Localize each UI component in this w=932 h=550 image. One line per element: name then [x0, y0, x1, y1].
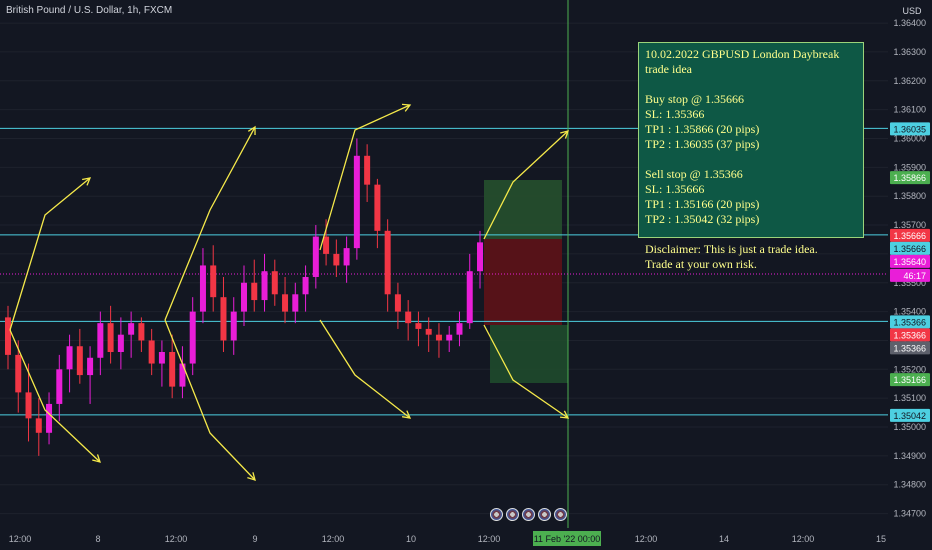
price-badge-label: 1.35366 — [893, 330, 926, 340]
time-tick-label: 14 — [719, 534, 729, 544]
price-tick-label: 1.34800 — [893, 480, 926, 490]
candle-body — [35, 418, 42, 433]
price-axis: USD1.364001.363001.362001.361001.360001.… — [888, 0, 932, 550]
price-tick-label: 1.35900 — [893, 162, 926, 172]
price-tick-label: 1.36300 — [893, 47, 926, 57]
candle-body — [394, 294, 401, 312]
candle-body — [210, 265, 217, 298]
candle-body — [271, 271, 278, 295]
candle-body — [302, 276, 309, 295]
candle-body — [446, 334, 453, 341]
candle-body — [158, 352, 165, 364]
candle-body — [466, 271, 473, 324]
price-tick-label: 1.36100 — [893, 105, 926, 115]
price-badge-label: 1.35166 — [893, 375, 926, 385]
flag-us-icon[interactable] — [522, 508, 535, 521]
price-tick-label: 1.35200 — [893, 364, 926, 374]
candle-body — [179, 363, 186, 387]
price-badge-label: 1.36035 — [893, 124, 926, 134]
candle-body — [415, 323, 422, 329]
price-tick-label: 1.35800 — [893, 191, 926, 201]
candle-body — [343, 248, 350, 266]
time-tick-label: 12:00 — [635, 534, 658, 544]
stop-zone — [484, 239, 562, 325]
candle-body — [384, 230, 391, 295]
time-tick-label: 12:00 — [322, 534, 345, 544]
candle-body — [148, 340, 155, 364]
time-tick-label: 9 — [252, 534, 257, 544]
price-badge-label: 1.35666 — [893, 244, 926, 254]
currency-label: USD — [902, 6, 922, 16]
price-badge-label: 1.35366 — [893, 343, 926, 353]
price-badge-label: 1.35366 — [893, 317, 926, 327]
price-badge-label: 46:17 — [903, 271, 926, 281]
candle-body — [282, 294, 289, 312]
time-tick-label: 12:00 — [165, 534, 188, 544]
flag-uk-icon[interactable] — [490, 508, 503, 521]
candle-body — [312, 236, 319, 277]
price-tick-label: 1.35000 — [893, 422, 926, 432]
price-tick-label: 1.35100 — [893, 393, 926, 403]
candle-body — [435, 334, 442, 341]
candle-body — [189, 311, 196, 364]
candle-body — [405, 311, 412, 324]
trade-idea-note[interactable]: 10.02.2022 GBPUSD London Daybreak trade … — [638, 42, 864, 271]
time-tick-label: 15 — [876, 534, 886, 544]
price-tick-label: 1.36200 — [893, 76, 926, 86]
candle-body — [56, 369, 63, 404]
candle-body — [169, 352, 176, 387]
candle-body — [66, 346, 73, 370]
candle-body — [323, 236, 330, 254]
candle-body — [117, 334, 124, 352]
candle-body — [374, 184, 381, 231]
candle-body — [138, 323, 145, 341]
candle-body — [425, 328, 432, 335]
flag-us-icon[interactable] — [554, 508, 567, 521]
crosshair-time-label: 11 Feb '22 00:00 — [534, 534, 601, 544]
candle-body — [107, 323, 114, 352]
candle-body — [76, 346, 83, 376]
time-axis: 12:00 8 12:00 9 12:00 10 12:00 12:00 14 12:00 15 11… — [0, 528, 932, 550]
candle-body — [230, 311, 237, 341]
price-tick-label: 1.35700 — [893, 220, 926, 230]
candle-body — [292, 294, 299, 312]
candle-body — [353, 155, 360, 249]
candle-body — [220, 297, 227, 341]
price-badge-label: 1.35640 — [893, 257, 926, 267]
candle-body — [364, 155, 371, 185]
candle-body — [199, 265, 206, 312]
candle-body — [5, 317, 11, 355]
price-tick-label: 1.34700 — [893, 509, 926, 519]
target-zone — [484, 180, 562, 239]
time-tick-label: 12:00 — [792, 534, 815, 544]
candle-body — [46, 403, 53, 433]
candle-body — [251, 282, 258, 301]
time-tick-label: 10 — [406, 534, 416, 544]
candle-body — [15, 354, 22, 393]
time-tick-label: 12:00 — [9, 534, 32, 544]
event-icons[interactable] — [490, 508, 567, 521]
candle-body — [97, 323, 104, 358]
candle-body — [241, 282, 247, 312]
candle-body — [87, 357, 94, 376]
symbol-title: British Pound / U.S. Dollar, 1h, FXCM — [6, 5, 173, 16]
time-tick-label: 8 — [95, 534, 100, 544]
candle-body — [261, 271, 268, 301]
price-badge-label: 1.35866 — [893, 173, 926, 183]
candle-body — [456, 323, 463, 335]
time-tick-label: 12:00 — [478, 534, 501, 544]
candle-body — [25, 392, 32, 419]
sell-target-zone — [490, 325, 568, 383]
flag-us-icon[interactable] — [538, 508, 551, 521]
price-tick-label: 1.36400 — [893, 18, 926, 28]
candle-body — [128, 323, 135, 335]
price-badge-label: 1.35666 — [893, 231, 926, 241]
flag-uk-icon[interactable] — [506, 508, 519, 521]
price-tick-label: 1.35400 — [893, 307, 926, 317]
price-badge-label: 1.35042 — [893, 411, 926, 421]
candle-body — [477, 242, 483, 272]
candle-body — [333, 253, 340, 266]
price-tick-label: 1.34900 — [893, 451, 926, 461]
